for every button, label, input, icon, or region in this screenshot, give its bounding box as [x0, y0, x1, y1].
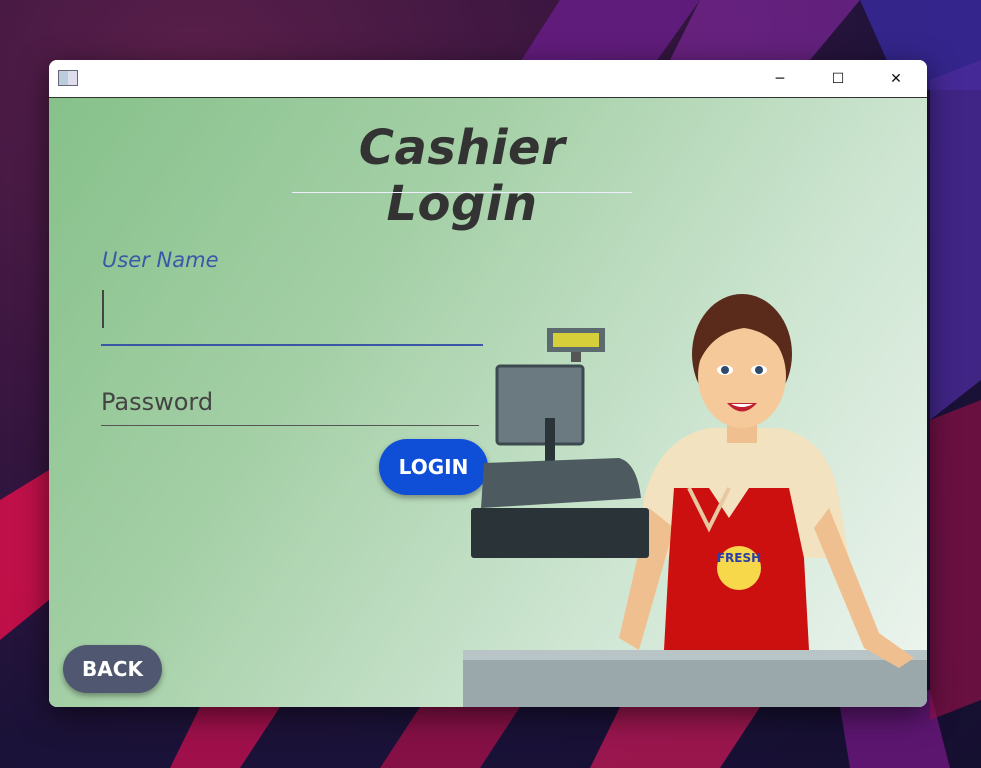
text-caret — [102, 290, 104, 328]
login-panel: Cashier Login User Name LOGIN FRESH BACK — [49, 98, 927, 707]
maximize-button[interactable]: ☐ — [809, 60, 867, 97]
minimize-icon: ─ — [775, 70, 785, 87]
username-input[interactable] — [101, 286, 483, 346]
cashier-illustration: FRESH — [463, 294, 927, 707]
username-label: User Name — [102, 248, 219, 272]
back-button[interactable]: BACK — [63, 645, 162, 693]
maximize-icon: ☐ — [831, 70, 845, 87]
apron-logo-text: FRESH — [717, 551, 761, 565]
page-title: Cashier Login — [358, 120, 566, 232]
app-icon — [58, 70, 78, 86]
minimize-button[interactable]: ─ — [751, 60, 809, 97]
close-button[interactable]: ✕ — [867, 60, 925, 97]
login-window: ─ ☐ ✕ Cashier Login User Name LOGIN FRES… — [49, 60, 927, 707]
title-bar: ─ ☐ ✕ — [49, 60, 927, 98]
password-input[interactable] — [101, 378, 479, 426]
close-icon: ✕ — [890, 70, 902, 87]
title-underline — [292, 192, 632, 193]
